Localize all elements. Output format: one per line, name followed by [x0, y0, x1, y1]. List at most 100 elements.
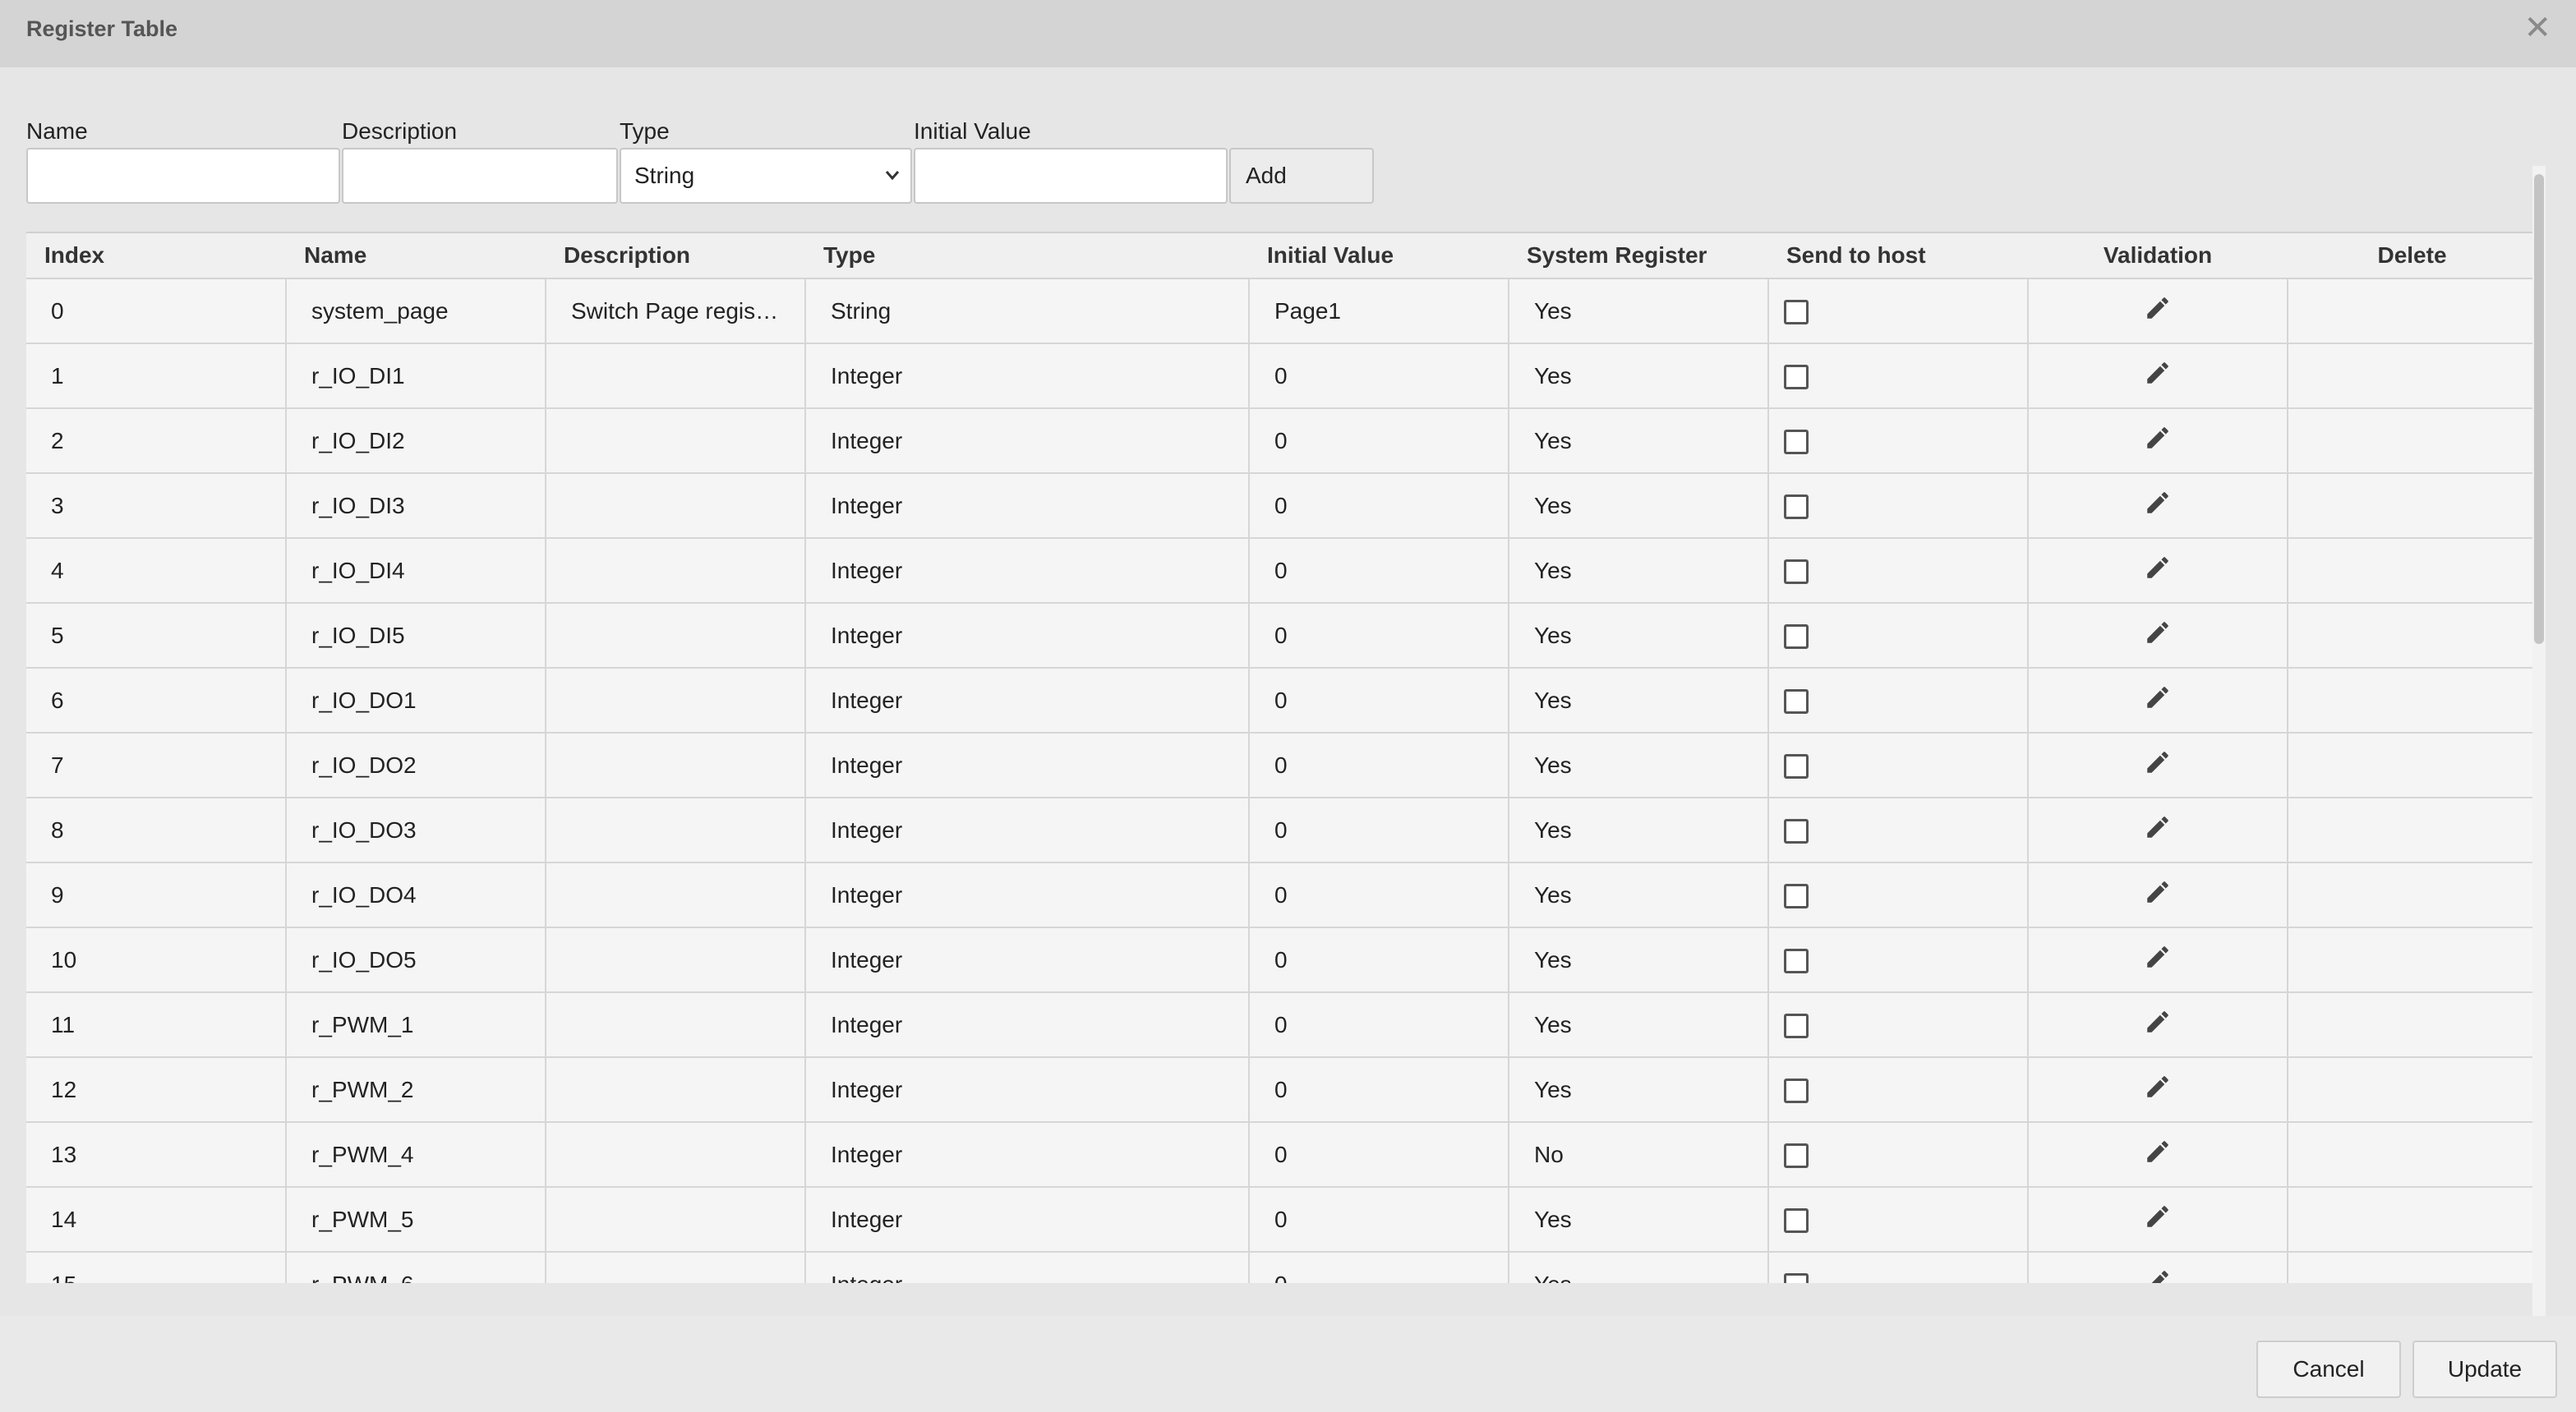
header-initial-value[interactable]: Initial Value: [1249, 232, 1509, 279]
cell-name[interactable]: r_IO_DI3: [286, 473, 546, 539]
send-to-host-checkbox[interactable]: [1784, 753, 1809, 779]
send-to-host-checkbox[interactable]: [1784, 299, 1809, 324]
table-row[interactable]: 15r_PWM_6 Integer0Yes: [26, 1252, 2537, 1283]
header-description[interactable]: Description: [546, 232, 805, 279]
cell-system-register[interactable]: Yes: [1509, 798, 1769, 863]
pencil-icon[interactable]: [2144, 359, 2172, 393]
cell-description[interactable]: [546, 927, 806, 993]
cell-delete[interactable]: [2288, 343, 2537, 409]
cell-system-register[interactable]: Yes: [1509, 1187, 1769, 1253]
table-row[interactable]: 5 r_IO_DI5 Integer 0 Yes: [26, 603, 2537, 669]
cell-type[interactable]: Integer: [805, 473, 1250, 539]
header-send-to-host[interactable]: Send to host: [1768, 232, 2028, 279]
cell-initial-value[interactable]: 0: [1249, 927, 1509, 993]
cell-type[interactable]: Integer: [805, 927, 1250, 993]
cell-initial-value[interactable]: 0: [1249, 408, 1509, 474]
cell-system-register[interactable]: Yes: [1509, 668, 1769, 734]
cell-description[interactable]: [546, 992, 806, 1058]
cell-name[interactable]: r_IO_DO3: [286, 798, 546, 863]
header-name[interactable]: Name: [286, 232, 546, 279]
cell-type[interactable]: Integer: [805, 733, 1250, 798]
cell-name[interactable]: r_IO_DO4: [286, 862, 546, 928]
type-select[interactable]: String: [620, 148, 912, 204]
pencil-icon[interactable]: [2144, 943, 2172, 977]
update-button[interactable]: Update: [2412, 1341, 2557, 1398]
pencil-icon[interactable]: [2144, 1073, 2172, 1106]
pencil-icon[interactable]: [2144, 294, 2172, 328]
cell-index[interactable]: 2: [26, 408, 287, 474]
add-button[interactable]: Add: [1229, 148, 1374, 204]
table-row[interactable]: 0 system_page Switch Page regis… String Page…: [26, 278, 2537, 344]
cell-description[interactable]: Switch Page regis…: [546, 278, 806, 344]
cell-system-register[interactable]: Yes: [1509, 992, 1769, 1058]
cell-index[interactable]: 5: [26, 603, 287, 669]
cell-type[interactable]: Integer: [805, 343, 1250, 409]
cell-name[interactable]: r_IO_DO2: [286, 733, 546, 798]
cell-delete[interactable]: [2288, 408, 2537, 474]
table-row[interactable]: 11 r_PWM_1 Integer 0 Yes: [26, 992, 2537, 1058]
pencil-icon[interactable]: [2144, 878, 2172, 912]
cell-initial-value[interactable]: 0: [1249, 798, 1509, 863]
cell-system-register[interactable]: Yes: [1509, 538, 1769, 604]
cell-system-register[interactable]: Yes: [1509, 862, 1769, 928]
table-row[interactable]: 8 r_IO_DO3 Integer 0 Yes: [26, 798, 2537, 863]
pencil-icon[interactable]: [2144, 683, 2172, 717]
cell-initial-value[interactable]: 0: [1249, 1252, 1509, 1283]
cell-name[interactable]: r_PWM_4: [286, 1122, 546, 1188]
cell-type[interactable]: Integer: [805, 408, 1250, 474]
send-to-host-checkbox[interactable]: [1784, 1207, 1809, 1233]
cell-description[interactable]: [546, 1122, 806, 1188]
cell-system-register[interactable]: Yes: [1509, 1252, 1769, 1283]
cell-system-register[interactable]: Yes: [1509, 473, 1769, 539]
pencil-icon[interactable]: [2144, 1267, 2172, 1283]
cell-initial-value[interactable]: 0: [1249, 343, 1509, 409]
pencil-icon[interactable]: [2144, 619, 2172, 652]
cell-system-register[interactable]: Yes: [1509, 408, 1769, 474]
cell-index[interactable]: 0: [26, 278, 287, 344]
table-row[interactable]: 9 r_IO_DO4 Integer 0 Yes: [26, 862, 2537, 928]
cell-description[interactable]: [546, 1187, 806, 1253]
cell-system-register[interactable]: Yes: [1509, 603, 1769, 669]
cell-name[interactable]: r_PWM_2: [286, 1057, 546, 1123]
initial-value-input[interactable]: [914, 148, 1228, 204]
cell-index[interactable]: 7: [26, 733, 287, 798]
cell-name[interactable]: system_page: [286, 278, 546, 344]
cell-index[interactable]: 14: [26, 1187, 287, 1253]
description-input[interactable]: [342, 148, 618, 204]
table-row[interactable]: 12 r_PWM_2 Integer 0 Yes: [26, 1057, 2537, 1123]
send-to-host-checkbox[interactable]: [1784, 1078, 1809, 1103]
cell-initial-value[interactable]: 0: [1249, 992, 1509, 1058]
cell-delete[interactable]: [2288, 992, 2537, 1058]
cell-index[interactable]: 1: [26, 343, 287, 409]
cell-delete[interactable]: [2288, 733, 2537, 798]
cell-index[interactable]: 8: [26, 798, 287, 863]
cell-index[interactable]: 4: [26, 538, 287, 604]
pencil-icon[interactable]: [2144, 424, 2172, 458]
cell-description[interactable]: [546, 733, 806, 798]
cell-delete[interactable]: [2288, 473, 2537, 539]
pencil-icon[interactable]: [2144, 1008, 2172, 1042]
cell-index[interactable]: 15: [26, 1252, 287, 1283]
pencil-icon[interactable]: [2144, 748, 2172, 782]
pencil-icon[interactable]: [2144, 554, 2172, 587]
cell-system-register[interactable]: No: [1509, 1122, 1769, 1188]
cell-delete[interactable]: [2288, 1252, 2537, 1283]
name-input[interactable]: [26, 148, 340, 204]
cell-name[interactable]: r_IO_DO5: [286, 927, 546, 993]
cell-initial-value[interactable]: 0: [1249, 862, 1509, 928]
cell-description[interactable]: [546, 343, 806, 409]
table-row[interactable]: 3 r_IO_DI3 Integer 0 Yes: [26, 473, 2537, 539]
cell-type[interactable]: Integer: [805, 1122, 1250, 1188]
cell-name[interactable]: r_IO_DI2: [286, 408, 546, 474]
table-scrollbar-thumb[interactable]: [2534, 174, 2544, 644]
cell-delete[interactable]: [2288, 1122, 2537, 1188]
cell-index[interactable]: 12: [26, 1057, 287, 1123]
cell-delete[interactable]: [2288, 798, 2537, 863]
cell-initial-value[interactable]: 0: [1249, 473, 1509, 539]
cell-type[interactable]: Integer: [805, 1187, 1250, 1253]
send-to-host-checkbox[interactable]: [1784, 429, 1809, 454]
cell-initial-value[interactable]: 0: [1249, 1122, 1509, 1188]
table-row[interactable]: 2 r_IO_DI2 Integer 0 Yes: [26, 408, 2537, 474]
pencil-icon[interactable]: [2144, 489, 2172, 522]
header-system-register[interactable]: System Register: [1509, 232, 1768, 279]
